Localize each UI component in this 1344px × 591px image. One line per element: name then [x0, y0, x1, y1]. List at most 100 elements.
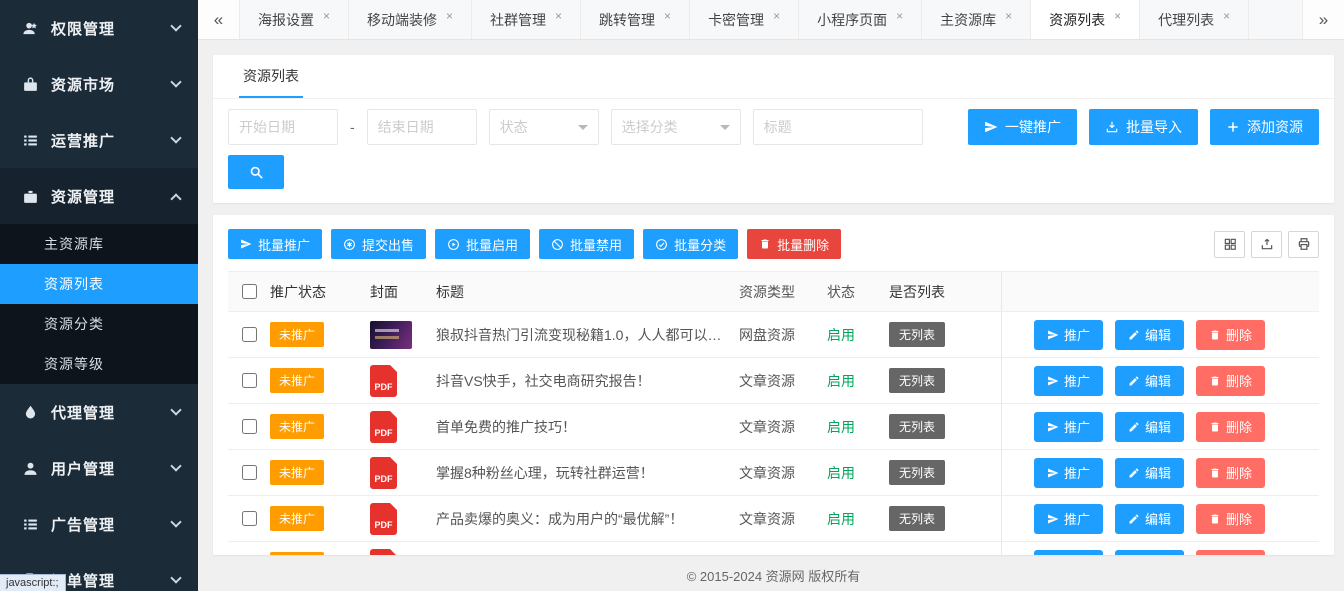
card-tab-resource-list[interactable]: 资源列表: [239, 55, 303, 98]
batch-category-button[interactable]: 批量分类: [643, 229, 738, 259]
batch-disable-button[interactable]: 批量禁用: [539, 229, 634, 259]
sidebar-item-resource-management[interactable]: 资源管理: [0, 168, 198, 224]
category-select[interactable]: 选择分类: [611, 109, 741, 145]
sidebar-item-agent[interactable]: 代理管理: [0, 384, 198, 440]
row-checkbox[interactable]: [242, 327, 257, 342]
close-icon[interactable]: ×: [664, 9, 671, 23]
close-icon[interactable]: ×: [446, 9, 453, 23]
tab-community[interactable]: 社群管理 ×: [472, 0, 581, 39]
edit-button[interactable]: 编辑: [1115, 366, 1184, 396]
delete-button[interactable]: 删除: [1196, 366, 1265, 396]
close-icon[interactable]: ×: [773, 9, 780, 23]
sidebar-item-permission[interactable]: 权限管理: [0, 0, 198, 56]
one-click-promote-button[interactable]: 一键推广: [968, 109, 1077, 145]
close-icon[interactable]: ×: [555, 9, 562, 23]
tab-card-key[interactable]: 卡密管理 ×: [690, 0, 799, 39]
tab-label: 卡密管理: [708, 10, 764, 30]
row-checkbox[interactable]: [242, 465, 257, 480]
sidebar-item-user[interactable]: 用户管理: [0, 440, 198, 496]
sidebar: 权限管理 资源市场 运营推广 资源管理 主资源库 资源列表 资源分类 资源等级: [0, 0, 198, 591]
tab-main-repo[interactable]: 主资源库 ×: [922, 0, 1031, 39]
export-button[interactable]: [1251, 231, 1282, 258]
sidebar-item-resource-level[interactable]: 资源等级: [0, 344, 198, 384]
columns-toggle-button[interactable]: [1214, 231, 1245, 258]
delete-button[interactable]: 删除: [1196, 412, 1265, 442]
promote-button[interactable]: 推广: [1034, 504, 1103, 534]
close-icon[interactable]: ×: [1223, 9, 1230, 23]
add-resource-button[interactable]: 添加资源: [1210, 109, 1319, 145]
delete-button[interactable]: 删除: [1196, 458, 1265, 488]
sidebar-item-label: 广告管理: [51, 514, 172, 535]
sidebar-item-ads[interactable]: 广告管理: [0, 496, 198, 552]
row-checkbox[interactable]: [242, 511, 257, 526]
batch-promote-button[interactable]: 批量推广: [228, 229, 322, 259]
tab-redirect[interactable]: 跳转管理 ×: [581, 0, 690, 39]
row-checkbox[interactable]: [242, 373, 257, 388]
resource-title: 首单免费的推广技巧！: [436, 417, 739, 437]
sidebar-item-resource-category[interactable]: 资源分类: [0, 304, 198, 344]
status-select[interactable]: 状态: [489, 109, 599, 145]
pdf-file-icon: PDF: [370, 365, 397, 397]
sidebar-item-resource-list[interactable]: 资源列表: [0, 264, 198, 304]
sidebar-item-label: 资源管理: [51, 186, 172, 207]
start-date-input[interactable]: [228, 109, 338, 145]
search-button[interactable]: [228, 155, 284, 189]
tabs-scroll-right-icon[interactable]: »: [1302, 0, 1344, 39]
circle-check-icon: [655, 238, 668, 251]
sidebar-item-market[interactable]: 资源市场: [0, 56, 198, 112]
end-date-input[interactable]: [367, 109, 477, 145]
list-badge: 无列表: [889, 322, 945, 347]
batch-enable-button[interactable]: 批量启用: [435, 229, 530, 259]
delete-button[interactable]: 删除: [1196, 550, 1265, 556]
promo-status-badge: 未推广: [270, 322, 324, 347]
header-title: 标题: [436, 282, 739, 302]
close-icon[interactable]: ×: [323, 9, 330, 23]
pdf-file-icon: PDF: [370, 549, 397, 556]
sidebar-item-label: 运营推广: [51, 130, 172, 151]
paper-plane-icon: [1047, 329, 1059, 341]
edit-button[interactable]: 编辑: [1115, 320, 1184, 350]
filter-row: - 状态 选择分类 一键推广 批量导入: [213, 99, 1334, 145]
tabbar: « 海报设置 × 移动端装修 × 社群管理 × 跳转管理 × 卡密管理 × 小程…: [198, 0, 1344, 40]
delete-button[interactable]: 删除: [1196, 320, 1265, 350]
select-all-checkbox[interactable]: [242, 284, 257, 299]
edit-button[interactable]: 编辑: [1115, 550, 1184, 556]
row-checkbox[interactable]: [242, 419, 257, 434]
user-icon: [22, 460, 39, 477]
resource-type: 网盘资源: [739, 325, 827, 345]
close-icon[interactable]: ×: [896, 9, 903, 23]
promote-button[interactable]: 推广: [1034, 550, 1103, 556]
close-icon[interactable]: ×: [1005, 9, 1012, 23]
paper-plane-icon: [984, 120, 998, 134]
sidebar-item-label: 代理管理: [51, 402, 172, 423]
table-row: 未推广 PDF 首单免费的推广技巧！ 文章资源 启用 无列表 推广 编辑 删除: [228, 404, 1319, 450]
print-button[interactable]: [1288, 231, 1319, 258]
close-icon[interactable]: ×: [1114, 9, 1121, 23]
sidebar-item-label: 用户管理: [51, 458, 172, 479]
resource-title: 抖音VS快手，社交电商研究报告！: [436, 371, 739, 391]
chevron-up-icon: [170, 193, 181, 204]
tabs-scroll-left-icon[interactable]: «: [198, 0, 240, 39]
edit-button[interactable]: 编辑: [1115, 458, 1184, 488]
batch-delete-button[interactable]: 批量删除: [747, 229, 841, 259]
sidebar-item-main-repo[interactable]: 主资源库: [0, 224, 198, 264]
sidebar-item-operations[interactable]: 运营推广: [0, 112, 198, 168]
tab-mobile-decor[interactable]: 移动端装修 ×: [349, 0, 472, 39]
batch-import-button[interactable]: 批量导入: [1089, 109, 1198, 145]
pdf-file-icon: PDF: [370, 411, 397, 443]
edit-button[interactable]: 编辑: [1115, 412, 1184, 442]
submit-sale-button[interactable]: 提交出售: [331, 229, 426, 259]
promote-button[interactable]: 推广: [1034, 458, 1103, 488]
tab-agent-list[interactable]: 代理列表 ×: [1140, 0, 1249, 39]
edit-button[interactable]: 编辑: [1115, 504, 1184, 534]
tab-miniprogram-page[interactable]: 小程序页面 ×: [799, 0, 922, 39]
tab-poster-settings[interactable]: 海报设置 ×: [240, 0, 349, 39]
delete-button[interactable]: 删除: [1196, 504, 1265, 534]
promote-button[interactable]: 推广: [1034, 366, 1103, 396]
promote-button[interactable]: 推广: [1034, 320, 1103, 350]
promo-status-badge: 未推广: [270, 506, 324, 531]
tab-label: 主资源库: [940, 10, 996, 30]
tab-resource-list[interactable]: 资源列表 ×: [1031, 0, 1140, 39]
title-input[interactable]: [753, 109, 923, 145]
promote-button[interactable]: 推广: [1034, 412, 1103, 442]
